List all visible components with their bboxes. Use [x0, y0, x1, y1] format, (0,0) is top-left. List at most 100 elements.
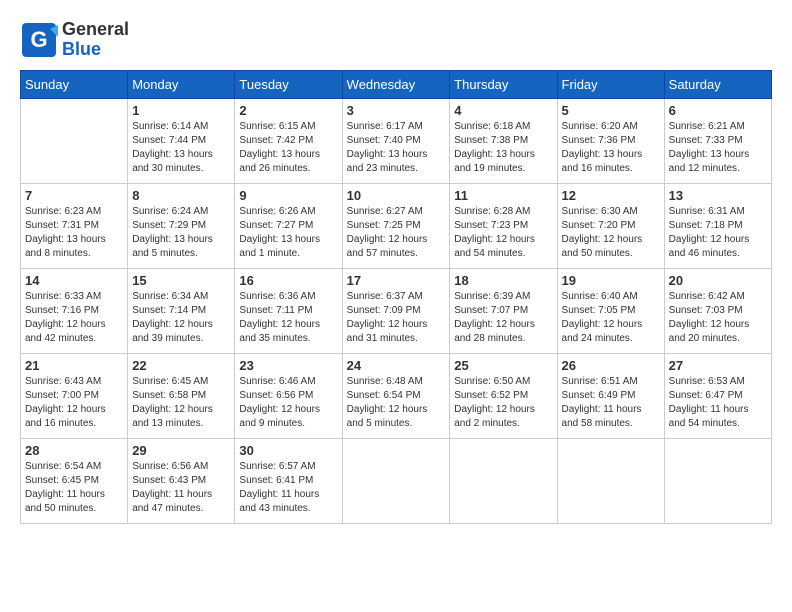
day-info: Sunrise: 6:26 AMSunset: 7:27 PMDaylight:…	[239, 205, 337, 261]
day-info: Sunrise: 6:28 AMSunset: 7:23 PMDaylight:…	[454, 205, 552, 261]
calendar-cell: 18Sunrise: 6:39 AMSunset: 7:07 PMDayligh…	[450, 268, 557, 353]
calendar-cell	[21, 98, 128, 183]
day-number: 22	[132, 358, 230, 373]
day-number: 10	[347, 188, 446, 203]
day-number: 26	[562, 358, 660, 373]
day-number: 9	[239, 188, 337, 203]
day-info: Sunrise: 6:40 AMSunset: 7:05 PMDaylight:…	[562, 290, 660, 346]
day-number: 16	[239, 273, 337, 288]
day-info: Sunrise: 6:46 AMSunset: 6:56 PMDaylight:…	[239, 375, 337, 431]
day-info: Sunrise: 6:43 AMSunset: 7:00 PMDaylight:…	[25, 375, 123, 431]
day-number: 28	[25, 443, 123, 458]
day-info: Sunrise: 6:54 AMSunset: 6:45 PMDaylight:…	[25, 460, 123, 516]
calendar-cell: 21 Sunrise: 6:43 AMSunset: 7:00 PMDayligh…	[21, 353, 128, 438]
svg-text:G: G	[30, 27, 47, 52]
logo-general: General	[62, 19, 129, 39]
day-number: 2	[239, 103, 337, 118]
day-number: 11	[454, 188, 552, 203]
day-header-monday: Monday	[128, 70, 235, 98]
calendar-cell: 8Sunrise: 6:24 AMSunset: 7:29 PMDaylight…	[128, 183, 235, 268]
day-number: 13	[669, 188, 767, 203]
day-info: Sunrise: 6:48 AMSunset: 6:54 PMDaylight:…	[347, 375, 446, 431]
day-info: Sunrise: 6:27 AMSunset: 7:25 PMDaylight:…	[347, 205, 446, 261]
calendar-cell	[450, 438, 557, 523]
calendar-cell: 12 Sunrise: 6:30 AMSunset: 7:20 PMDayligh…	[557, 183, 664, 268]
calendar-cell: 6Sunrise: 6:21 AMSunset: 7:33 PMDaylight…	[664, 98, 771, 183]
day-info: Sunrise: 6:33 AMSunset: 7:16 PMDaylight:…	[25, 290, 123, 346]
day-info: Sunrise: 6:50 AMSunset: 6:52 PMDaylight:…	[454, 375, 552, 431]
calendar-cell: 11 Sunrise: 6:28 AMSunset: 7:23 PMDayligh…	[450, 183, 557, 268]
day-info: Sunrise: 6:37 AMSunset: 7:09 PMDaylight:…	[347, 290, 446, 346]
day-info: Sunrise: 6:57 AMSunset: 6:41 PMDaylight:…	[239, 460, 337, 516]
day-number: 24	[347, 358, 446, 373]
day-number: 7	[25, 188, 123, 203]
day-info: Sunrise: 6:42 AMSunset: 7:03 PMDaylight:…	[669, 290, 767, 346]
day-info: Sunrise: 6:20 AMSunset: 7:36 PMDaylight:…	[562, 120, 660, 176]
day-header-saturday: Saturday	[664, 70, 771, 98]
day-info: Sunrise: 6:56 AMSunset: 6:43 PMDaylight:…	[132, 460, 230, 516]
day-info: Sunrise: 6:23 AMSunset: 7:31 PMDaylight:…	[25, 205, 123, 261]
day-number: 29	[132, 443, 230, 458]
day-number: 17	[347, 273, 446, 288]
calendar-cell: 7 Sunrise: 6:23 AMSunset: 7:31 PMDaylight…	[21, 183, 128, 268]
day-info: Sunrise: 6:53 AMSunset: 6:47 PMDaylight:…	[669, 375, 767, 431]
day-number: 4	[454, 103, 552, 118]
day-info: Sunrise: 6:17 AMSunset: 7:40 PMDaylight:…	[347, 120, 446, 176]
day-info: Sunrise: 6:34 AMSunset: 7:14 PMDaylight:…	[132, 290, 230, 346]
day-header-friday: Friday	[557, 70, 664, 98]
calendar-cell: 22Sunrise: 6:45 AMSunset: 6:58 PMDayligh…	[128, 353, 235, 438]
calendar-cell: 10 Sunrise: 6:27 AMSunset: 7:25 PMDayligh…	[342, 183, 450, 268]
day-number: 20	[669, 273, 767, 288]
calendar-cell: 9 Sunrise: 6:26 AMSunset: 7:27 PMDaylight…	[235, 183, 342, 268]
day-info: Sunrise: 6:21 AMSunset: 7:33 PMDaylight:…	[669, 120, 767, 176]
day-number: 27	[669, 358, 767, 373]
day-info: Sunrise: 6:36 AMSunset: 7:11 PMDaylight:…	[239, 290, 337, 346]
day-number: 3	[347, 103, 446, 118]
week-row-5: 28 Sunrise: 6:54 AMSunset: 6:45 PMDayligh…	[21, 438, 772, 523]
calendar-cell: 19 Sunrise: 6:40 AMSunset: 7:05 PMDayligh…	[557, 268, 664, 353]
day-number: 5	[562, 103, 660, 118]
day-number: 21	[25, 358, 123, 373]
logo-blue: Blue	[62, 40, 129, 60]
week-row-3: 14 Sunrise: 6:33 AMSunset: 7:16 PMDayligh…	[21, 268, 772, 353]
day-number: 19	[562, 273, 660, 288]
day-info: Sunrise: 6:51 AMSunset: 6:49 PMDaylight:…	[562, 375, 660, 431]
calendar-cell: 5 Sunrise: 6:20 AMSunset: 7:36 PMDaylight…	[557, 98, 664, 183]
calendar-cell: 1 Sunrise: 6:14 AMSunset: 7:44 PMDaylight…	[128, 98, 235, 183]
header: G General Blue	[20, 20, 772, 60]
calendar-cell: 24 Sunrise: 6:48 AMSunset: 6:54 PMDayligh…	[342, 353, 450, 438]
week-row-1: 1 Sunrise: 6:14 AMSunset: 7:44 PMDaylight…	[21, 98, 772, 183]
calendar-cell: 30 Sunrise: 6:57 AMSunset: 6:41 PMDayligh…	[235, 438, 342, 523]
day-number: 23	[239, 358, 337, 373]
calendar-cell: 26 Sunrise: 6:51 AMSunset: 6:49 PMDayligh…	[557, 353, 664, 438]
day-number: 14	[25, 273, 123, 288]
calendar-cell: 2 Sunrise: 6:15 AMSunset: 7:42 PMDaylight…	[235, 98, 342, 183]
calendar-cell: 29 Sunrise: 6:56 AMSunset: 6:43 PMDayligh…	[128, 438, 235, 523]
calendar-cell: 20 Sunrise: 6:42 AMSunset: 7:03 PMDayligh…	[664, 268, 771, 353]
day-number: 12	[562, 188, 660, 203]
day-number: 1	[132, 103, 230, 118]
calendar-cell: 3 Sunrise: 6:17 AMSunset: 7:40 PMDaylight…	[342, 98, 450, 183]
day-header-sunday: Sunday	[21, 70, 128, 98]
calendar-header-row: SundayMondayTuesdayWednesdayThursdayFrid…	[21, 70, 772, 98]
day-info: Sunrise: 6:30 AMSunset: 7:20 PMDaylight:…	[562, 205, 660, 261]
day-info: Sunrise: 6:31 AMSunset: 7:18 PMDaylight:…	[669, 205, 767, 261]
day-number: 25	[454, 358, 552, 373]
day-header-thursday: Thursday	[450, 70, 557, 98]
calendar-cell: 25 Sunrise: 6:50 AMSunset: 6:52 PMDayligh…	[450, 353, 557, 438]
day-info: Sunrise: 6:24 AMSunset: 7:29 PMDaylight:…	[132, 205, 230, 261]
day-number: 30	[239, 443, 337, 458]
logo-icon: G	[20, 21, 58, 59]
calendar-cell: 4Sunrise: 6:18 AMSunset: 7:38 PMDaylight…	[450, 98, 557, 183]
day-number: 15	[132, 273, 230, 288]
calendar: SundayMondayTuesdayWednesdayThursdayFrid…	[20, 70, 772, 524]
week-row-2: 7 Sunrise: 6:23 AMSunset: 7:31 PMDaylight…	[21, 183, 772, 268]
day-info: Sunrise: 6:14 AMSunset: 7:44 PMDaylight:…	[132, 120, 230, 176]
day-header-tuesday: Tuesday	[235, 70, 342, 98]
calendar-cell: 28 Sunrise: 6:54 AMSunset: 6:45 PMDayligh…	[21, 438, 128, 523]
calendar-cell: 14 Sunrise: 6:33 AMSunset: 7:16 PMDayligh…	[21, 268, 128, 353]
calendar-cell: 15 Sunrise: 6:34 AMSunset: 7:14 PMDayligh…	[128, 268, 235, 353]
day-info: Sunrise: 6:15 AMSunset: 7:42 PMDaylight:…	[239, 120, 337, 176]
calendar-cell: 13 Sunrise: 6:31 AMSunset: 7:18 PMDayligh…	[664, 183, 771, 268]
calendar-cell	[664, 438, 771, 523]
